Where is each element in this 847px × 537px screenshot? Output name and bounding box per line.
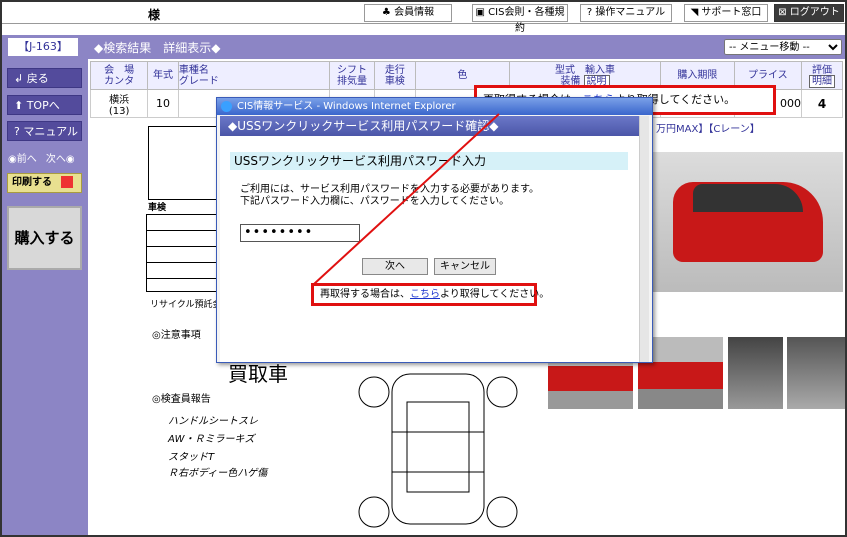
member-info-button[interactable]: ♣ 会員情報 bbox=[364, 4, 452, 22]
prev-next-nav: ◉前へ 次へ◉ bbox=[8, 150, 75, 165]
sheet-recycle-label: リサイクル預託金 bbox=[150, 300, 222, 310]
next-link[interactable]: 次へ◉ bbox=[46, 154, 75, 165]
password-dialog: CIS情報サービス - Windows Internet Explorer ◆U… bbox=[216, 97, 653, 363]
col-shift: シフト 排気量 bbox=[329, 61, 375, 90]
cell-year: 10 bbox=[147, 89, 179, 118]
sheet-grid bbox=[146, 214, 220, 292]
car-diagram bbox=[358, 373, 518, 528]
main-car-photo[interactable] bbox=[653, 152, 843, 292]
col-mileage: 走行 車検 bbox=[374, 61, 416, 90]
manual-button[interactable]: ? 操作マニュアル bbox=[580, 4, 672, 22]
manual-side-button[interactable]: ? マニュアル bbox=[7, 121, 82, 141]
result-header: 【J-163】 ◆検索結果 詳細表示◆ -- メニュー移動 -- bbox=[2, 35, 845, 59]
thumb-photo[interactable] bbox=[787, 337, 845, 409]
cancel-button[interactable]: キャンセル bbox=[434, 258, 496, 275]
support-button[interactable]: ◥ サポート窓口 bbox=[684, 4, 768, 22]
thumb-photo[interactable] bbox=[728, 337, 783, 409]
photo-caption: 万円MAX】【Cレーン】 bbox=[656, 124, 760, 135]
lot-code: 【J-163】 bbox=[8, 38, 78, 56]
page-title: ◆検索結果 詳細表示◆ bbox=[94, 41, 221, 55]
ie-icon bbox=[221, 101, 232, 112]
menu-select[interactable]: -- メニュー移動 -- bbox=[724, 39, 842, 55]
pdf-icon bbox=[61, 176, 74, 188]
cell-eval: 4 bbox=[801, 89, 843, 118]
dialog-subtitle: USSワンクリックサービス利用パスワード入力 bbox=[230, 152, 628, 170]
password-input[interactable]: •••••••• bbox=[240, 224, 360, 242]
sheet-inspector-label: ◎検査員報告 bbox=[152, 394, 211, 405]
top-bar: 様 ♣ 会員情報 ▣ CIS会則・各種規約 ? 操作マニュアル ◥ サポート窓口… bbox=[2, 2, 845, 34]
dialog-header: ◆USSワンクリックサービス利用パスワード確認◆ bbox=[220, 116, 640, 136]
dialog-scrollbar[interactable] bbox=[639, 116, 649, 362]
dialog-body: ◆USSワンクリックサービス利用パスワード確認◆ USSワンクリックサービス利用… bbox=[220, 116, 649, 362]
col-model: 車種名 グレード bbox=[177, 61, 331, 90]
ie-window-title: CIS情報サービス - Windows Internet Explorer bbox=[237, 101, 456, 112]
sheet-inspect-label: 車検 bbox=[148, 203, 167, 213]
user-honorific: 様 bbox=[148, 8, 161, 22]
browser-page: 様 ♣ 会員情報 ▣ CIS会則・各種規約 ? 操作マニュアル ◥ サポート窓口… bbox=[0, 0, 847, 537]
sidebar: ↲ 戻る ⬆ TOPへ ? マニュアル ◉前へ 次へ◉ 印刷する 購入する bbox=[2, 59, 88, 535]
dialog-description: ご利用には、サービス利用パスワードを入力する必要があります。 下記パスワード入力… bbox=[240, 184, 539, 208]
col-eval: 評価 明細 bbox=[801, 61, 843, 90]
retake-text-post: より取得してください。 bbox=[440, 289, 550, 300]
desc-line-2: 下記パスワード入力欄に、パスワードを入力してください。 bbox=[240, 196, 510, 207]
handwritten-note: スタッドT bbox=[168, 452, 215, 463]
col-eval-label: 評価 bbox=[812, 64, 833, 76]
back-button[interactable]: ↲ 戻る bbox=[7, 68, 82, 88]
retake-callout-dialog: 再取得する場合は、こちらより取得してください。 bbox=[311, 283, 549, 306]
retake-link[interactable]: こちら bbox=[410, 289, 440, 300]
car-window-shape bbox=[693, 184, 803, 212]
cell-venue: 横浜 (13) bbox=[89, 89, 149, 118]
eval-detail-button[interactable]: 明細 bbox=[809, 74, 836, 88]
rules-button[interactable]: ▣ CIS会則・各種規約 bbox=[472, 4, 568, 34]
prev-link[interactable]: ◉前へ bbox=[8, 154, 37, 165]
print-button[interactable]: 印刷する bbox=[7, 173, 82, 193]
handwritten-note: AW・Ｒミラーキズ bbox=[168, 434, 255, 445]
print-label: 印刷する bbox=[12, 177, 52, 188]
buy-button[interactable]: 購入する bbox=[7, 206, 82, 270]
top-button[interactable]: ⬆ TOPへ bbox=[7, 95, 82, 115]
col-venue: 会 場 カンタ bbox=[89, 61, 149, 90]
logout-button[interactable]: ⊠ ログアウト bbox=[774, 4, 844, 22]
handwritten-note: ハンドルシートスレ bbox=[168, 416, 258, 427]
retake-text-pre: 再取得する場合は、 bbox=[320, 289, 410, 300]
sheet-attention-label: ◎注意事項 bbox=[152, 330, 201, 341]
desc-line-1: ご利用には、サービス利用パスワードを入力する必要があります。 bbox=[240, 184, 539, 195]
handwritten-note: Ｒ右ボディー色ハゲ傷 bbox=[168, 468, 268, 479]
next-button[interactable]: 次へ bbox=[362, 258, 428, 275]
col-year: 年式 bbox=[147, 61, 179, 90]
ie-titlebar: CIS情報サービス - Windows Internet Explorer bbox=[217, 98, 652, 115]
